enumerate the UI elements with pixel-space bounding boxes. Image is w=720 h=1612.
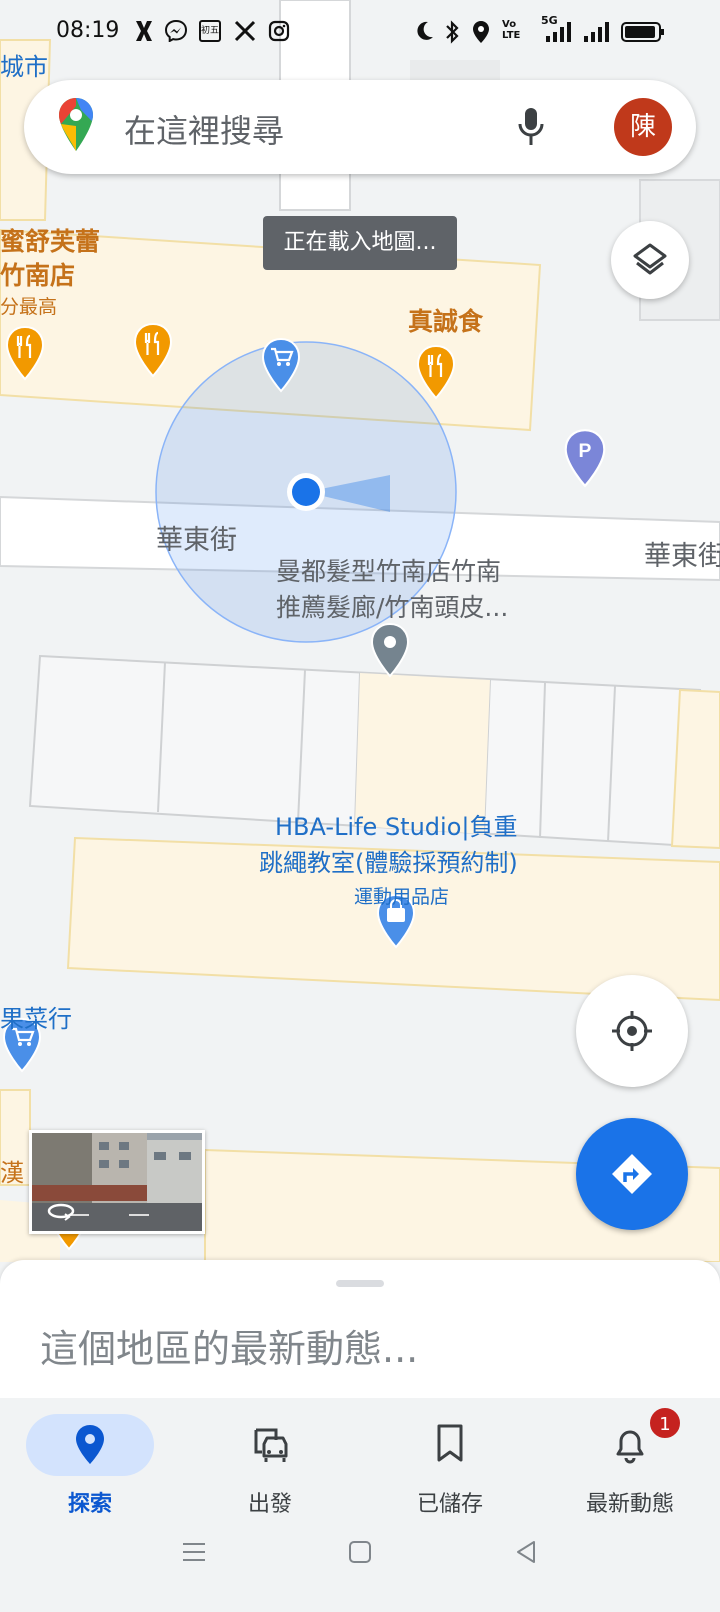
- explore-pin-icon: [76, 1425, 104, 1464]
- volte-label: Vo LTE: [502, 19, 521, 41]
- back-icon[interactable]: [512, 1538, 540, 1566]
- nav-tab-saved[interactable]: 已儲存: [360, 1406, 540, 1517]
- directions-button[interactable]: [576, 1118, 688, 1230]
- map-label-dessert-name-1[interactable]: 蜜舒芙蕾: [0, 226, 100, 257]
- map-label-studio-2[interactable]: 跳繩教室(體驗採預約制): [259, 848, 518, 878]
- nav-label-explore: 探索: [67, 1492, 112, 1517]
- nav-tab-explore[interactable]: 探索: [0, 1406, 180, 1517]
- layers-button[interactable]: [611, 221, 689, 299]
- street-view-thumbnail[interactable]: [29, 1130, 205, 1234]
- system-navigation-bar: [0, 1522, 720, 1612]
- nav-label-updates: 最新動態: [585, 1492, 674, 1517]
- restaurant-pin-icon[interactable]: [133, 322, 173, 378]
- map-label-studio-1[interactable]: HBA-Life Studio|負重: [275, 812, 517, 842]
- signal-icon: [584, 22, 609, 42]
- parking-pin-icon[interactable]: P: [563, 428, 607, 488]
- my-location-button[interactable]: [576, 975, 688, 1087]
- microphone-icon[interactable]: [516, 106, 546, 148]
- street-label-huadong-left: 華東街: [156, 525, 237, 556]
- account-avatar[interactable]: 陳: [614, 98, 672, 156]
- restaurant-pin-icon[interactable]: [416, 344, 456, 400]
- notification-badge: 1: [648, 1406, 682, 1440]
- parking-letter: P: [579, 441, 592, 462]
- search-input[interactable]: 在這裡搜尋: [124, 106, 284, 152]
- menu-icon[interactable]: [180, 1538, 208, 1566]
- bluetooth-icon: [446, 20, 459, 44]
- bell-icon: [616, 1430, 644, 1464]
- map-label-grocer[interactable]: 果菜行: [0, 1004, 72, 1034]
- search-bar[interactable]: 在這裡搜尋 陳: [24, 80, 696, 174]
- moon-icon: [417, 21, 433, 40]
- loading-toast: 正在載入地圖...: [263, 216, 457, 270]
- rotate-360-icon: [47, 1203, 75, 1221]
- nav-tab-updates[interactable]: 1 最新動態: [540, 1406, 720, 1517]
- directions-icon: [612, 1154, 652, 1194]
- messenger-icon: [165, 20, 187, 42]
- street-label-huadong-right: 華東街: [644, 541, 720, 572]
- map-label-dessert-name-2[interactable]: 竹南店: [0, 260, 75, 291]
- map-label-salon-1[interactable]: 曼都髮型竹南店竹南: [276, 556, 501, 587]
- layers-icon: [633, 243, 667, 275]
- x-messenger-icon: [136, 21, 152, 41]
- restaurant-pin-icon[interactable]: [5, 325, 45, 381]
- bottom-navigation: 探索 出發 已儲存 1 最新動態: [0, 1398, 720, 1522]
- bottom-sheet[interactable]: 這個地區的最新動態...: [0, 1260, 720, 1398]
- home-icon[interactable]: [346, 1538, 374, 1566]
- map-label-zhen-cheng[interactable]: 真誠食: [408, 306, 483, 337]
- sheet-drag-handle[interactable]: [336, 1280, 384, 1287]
- bookmark-icon: [437, 1424, 463, 1462]
- status-time: 08:19: [56, 18, 120, 43]
- commute-car-icon: [254, 1428, 288, 1462]
- maps-logo-icon: [59, 98, 93, 151]
- map-label-studio-category: 運動用品店: [354, 886, 450, 908]
- place-pin-icon[interactable]: [370, 622, 410, 678]
- map-label-han: 漢: [0, 1159, 24, 1187]
- nav-label-commute: 出發: [247, 1492, 292, 1517]
- nav-tab-commute[interactable]: 出發: [180, 1406, 360, 1517]
- instagram-icon: [268, 20, 290, 42]
- calendar-icon: 初五: [199, 20, 221, 42]
- status-bar: 08:19 初五 Vo LTE 5G: [0, 0, 720, 64]
- sheet-title: 這個地區的最新動態...: [40, 1327, 419, 1371]
- map-label-salon-2[interactable]: 推薦髮廊/竹南頭皮...: [276, 592, 508, 623]
- map-label-dessert-rating: 分最高: [0, 296, 58, 318]
- nav-label-saved: 已儲存: [416, 1492, 483, 1517]
- battery-icon: [621, 22, 664, 42]
- crosshair-icon: [612, 1011, 652, 1051]
- x-icon: [234, 20, 256, 42]
- signal-icon: [546, 22, 571, 42]
- shopping-cart-pin-icon[interactable]: [261, 337, 301, 393]
- location-icon: [473, 21, 489, 43]
